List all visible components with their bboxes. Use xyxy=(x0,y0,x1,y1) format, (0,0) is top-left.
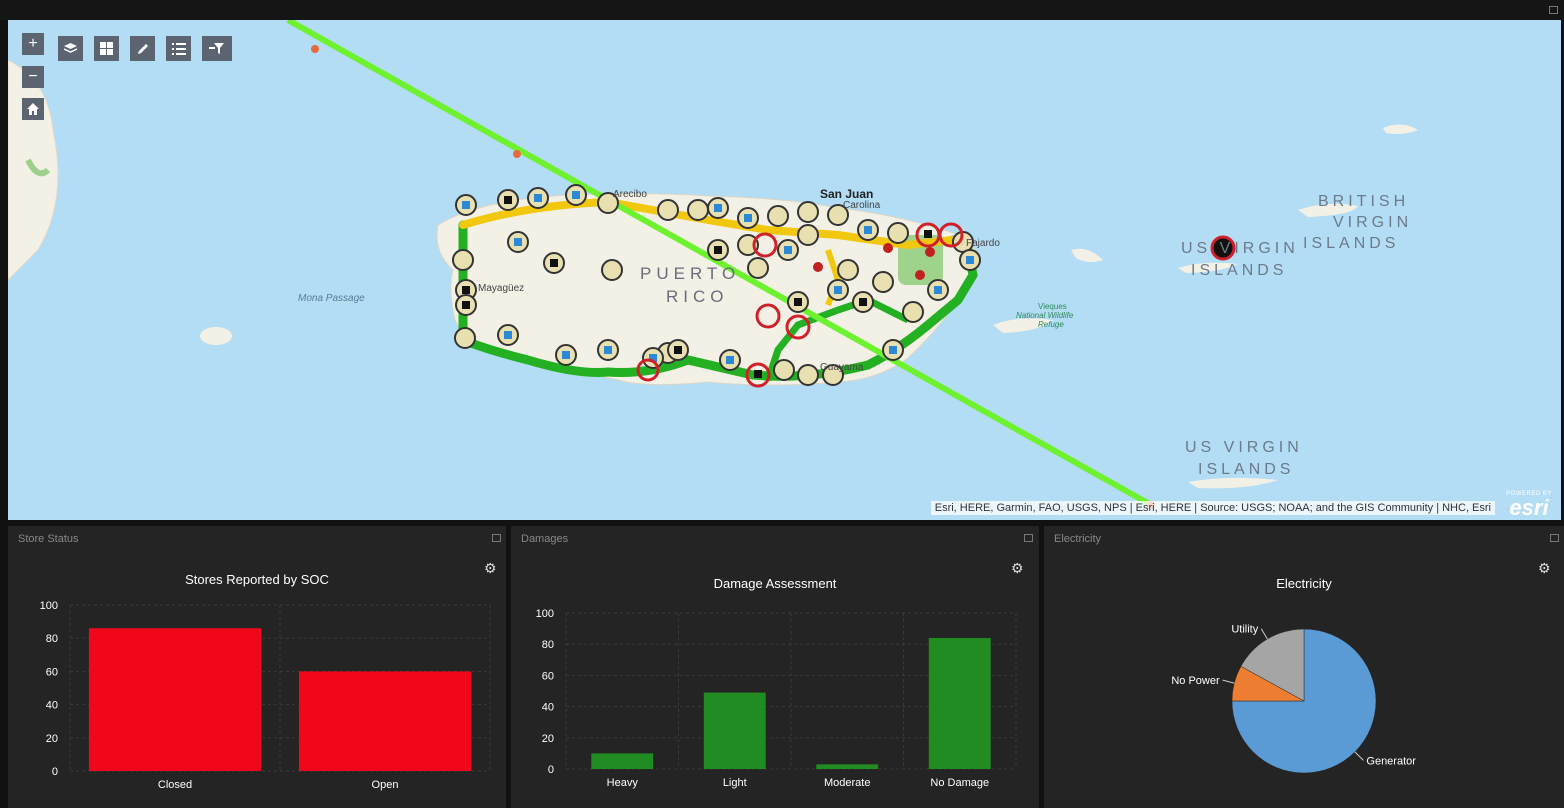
pie-leader-line xyxy=(1354,751,1364,761)
label-vieques-3: Refuge xyxy=(1038,320,1064,329)
y-tick-label: 100 xyxy=(536,608,554,620)
label-usvi-bottom-1: US VIRGIN xyxy=(1185,439,1303,456)
draw-icon xyxy=(137,43,148,54)
store-status-chart: 0 20 40 60 80 100 Closed Open xyxy=(40,600,491,791)
y-tick-label: 20 xyxy=(46,733,58,745)
filter-button[interactable] xyxy=(202,36,232,61)
bar xyxy=(591,753,654,769)
damage-assessment-chart: 0 20 40 60 80 100 Heavy Light Moderate No Damage xyxy=(536,608,1017,789)
zoom-in-button[interactable]: + xyxy=(22,33,44,55)
draw-button[interactable] xyxy=(130,36,155,61)
label-vieques-1: Vieques xyxy=(1038,302,1067,311)
esri-wordmark: esri xyxy=(1509,495,1549,520)
pie-label: No Power xyxy=(1171,675,1220,687)
electricity-panel: Electricity ⚙ Electricity Generator No Po… xyxy=(1044,526,1564,808)
y-tick-label: 0 xyxy=(52,766,58,778)
pie-leader-line xyxy=(1222,679,1235,684)
home-icon xyxy=(27,103,39,115)
pie-label: Utility xyxy=(1231,624,1258,636)
label-guayama: Guayama xyxy=(820,362,864,373)
label-puerto: PUERTO xyxy=(640,264,740,283)
label-san-juan: San Juan xyxy=(820,187,873,201)
y-tick-label: 60 xyxy=(46,666,58,678)
label-vieques-2: National Wildlife xyxy=(1016,311,1074,320)
y-tick-label: 40 xyxy=(542,702,554,714)
basemap-gallery-icon xyxy=(100,42,113,55)
zoom-out-button[interactable]: − xyxy=(22,66,44,88)
bar xyxy=(928,637,991,769)
bar xyxy=(298,671,472,771)
home-button[interactable] xyxy=(22,98,44,120)
label-fajardo: Fajardo xyxy=(966,238,1000,249)
hurricane-track xyxy=(286,20,1155,509)
label-usvi-top-2: ISLANDS xyxy=(1191,262,1287,279)
map-attribution: Esri, HERE, Garmin, FAO, USGS, NPS | Esr… xyxy=(930,501,1495,515)
bar xyxy=(816,764,879,769)
bar xyxy=(703,692,766,769)
layers-icon xyxy=(63,43,78,53)
label-carolina: Carolina xyxy=(843,200,881,211)
layers-button[interactable] xyxy=(58,36,83,61)
y-tick-label: 40 xyxy=(46,700,58,712)
maximize-icon[interactable] xyxy=(1549,6,1558,14)
legend-icon xyxy=(171,42,186,55)
electricity-chart: Generator No Power Utility xyxy=(1171,624,1416,774)
label-usvi-top-1: US VIRGIN xyxy=(1181,240,1299,257)
label-british-1: BRITISH xyxy=(1318,193,1409,210)
label-arecibo: Arecibo xyxy=(613,189,647,200)
esri-logo: POWERED BY esri xyxy=(1503,490,1555,520)
legend-button[interactable] xyxy=(166,36,191,61)
y-tick-label: 100 xyxy=(40,600,58,612)
label-rico: RICO xyxy=(666,287,729,306)
label-usvi-bottom-2: ISLANDS xyxy=(1198,461,1294,478)
top-bar xyxy=(0,0,1564,20)
x-tick-label: Heavy xyxy=(607,777,639,789)
bar xyxy=(88,628,262,771)
pie-label: Generator xyxy=(1366,755,1416,767)
basemap-gallery-button[interactable] xyxy=(94,36,119,61)
label-british-2: VIRGIN xyxy=(1333,214,1412,231)
y-tick-label: 80 xyxy=(542,639,554,651)
pie-leader-line xyxy=(1260,628,1268,640)
filter-icon xyxy=(209,42,224,54)
y-tick-label: 80 xyxy=(46,633,58,645)
label-mayaguez: Mayagüez xyxy=(478,283,524,294)
y-tick-label: 20 xyxy=(542,733,554,745)
y-tick-label: 60 xyxy=(542,670,554,682)
x-tick-label: Closed xyxy=(158,779,192,791)
map-canvas: San Juan Carolina Arecibo Mayagüez Fajar… xyxy=(8,20,1418,509)
x-tick-label: No Damage xyxy=(930,777,989,789)
x-tick-label: Open xyxy=(372,779,399,791)
store-status-panel: Store Status ⚙ Stores Reported by SOC 02… xyxy=(8,526,506,808)
mona-island xyxy=(200,327,232,345)
label-mona: Mona Passage xyxy=(298,293,365,304)
damages-panel: Damages ⚙ Damage Assessment 0 20 40 60 80 100… xyxy=(511,526,1039,808)
x-tick-label: Moderate xyxy=(824,777,870,789)
x-tick-label: Light xyxy=(723,777,747,789)
y-tick-label: 0 xyxy=(548,764,554,776)
map-view[interactable]: San Juan Carolina Arecibo Mayagüez Fajar… xyxy=(8,20,1561,520)
label-british-3: ISLANDS xyxy=(1303,235,1399,252)
